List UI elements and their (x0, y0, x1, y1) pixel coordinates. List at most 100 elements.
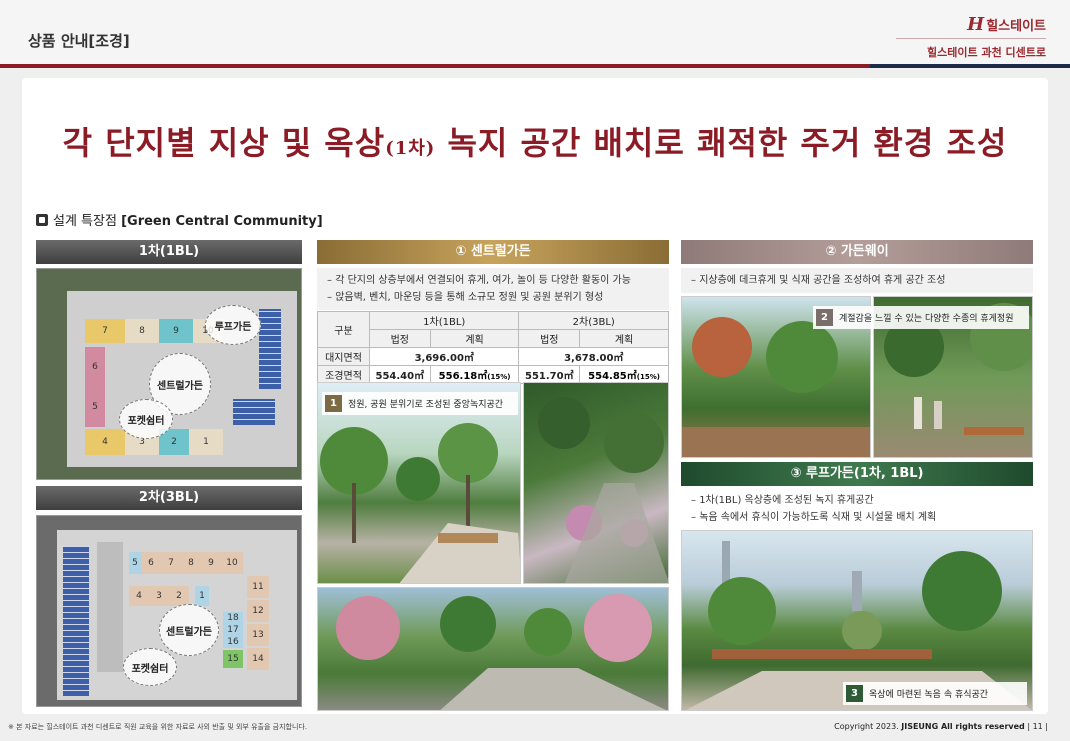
table-cell: 3,678.00㎡ (518, 347, 669, 366)
building-11: 11 (247, 576, 269, 598)
building-4: 4 (85, 429, 125, 455)
feature-heading: 설계 특장점 [Green Central Community] (36, 210, 323, 229)
table-header: 1차(1BL) (368, 311, 520, 330)
bullet-item: 지상층에 데크휴게 및 식재 공간을 조성하여 휴게 공간 조성 (691, 272, 1033, 289)
caption-1: 1 정원, 공원 분위기로 조성된 중앙녹지공간 (322, 392, 518, 415)
pocket-shelter-marker: 포켓쉼터 (123, 648, 177, 686)
building-17: 17 (223, 624, 243, 636)
table-cell: 556.18㎡(15%) (429, 365, 520, 384)
footer-disclaimer: ※ 본 자료는 힐스테이트 과천 디센트로 직원 교육을 위한 자료로 사외 반… (8, 723, 308, 731)
pocket-shelter-marker: 포켓쉼터 (119, 399, 173, 439)
park-photo (317, 587, 669, 711)
bullet-item: 1차(1BL) 옥상층에 조성된 녹지 휴게공간 (691, 492, 1033, 509)
central-garden-title-bar: ① 센트럴가든 (317, 240, 669, 264)
building-9: 9 (159, 319, 193, 343)
solar-panel (233, 399, 275, 425)
table-subheader: 계획 (579, 329, 669, 348)
garden-way-bullets: 지상층에 데크휴게 및 식재 공간을 조성하여 휴게 공간 조성 (681, 268, 1033, 293)
building-16: 16 (223, 636, 243, 648)
brand-logo: H 힐스테이트 (967, 14, 1046, 35)
brand-name: 힐스테이트 (986, 19, 1046, 34)
building-block (97, 542, 123, 672)
table-subheader: 법정 (518, 329, 581, 348)
table-row-label: 대지면적 (317, 347, 370, 366)
building-12: 12 (247, 600, 269, 622)
building-2: 2 (169, 586, 189, 606)
building-14: 14 (247, 648, 269, 670)
caption-3: 3 옥상에 마련된 녹음 속 휴식공간 (843, 682, 1027, 705)
table-header: 구분 (317, 311, 370, 348)
header-accent-bar-navy (870, 64, 1070, 68)
building-1: 1 (195, 586, 209, 606)
building-3: 3 (149, 586, 169, 606)
bullet-item: 녹음 속에서 휴식이 가능하도록 식재 및 시설물 배치 계획 (691, 509, 1033, 526)
brand-mark-icon: H (967, 14, 985, 35)
feature-title: [Green Central Community] (121, 214, 323, 229)
building-7: 7 (161, 552, 181, 574)
building-1: 1 (189, 429, 223, 455)
caption-text: 옥상에 마련된 녹음 속 휴식공간 (869, 690, 989, 700)
header: 상품 안내[조경] H 힐스테이트 힐스테이트 과천 디센트로 (0, 0, 1070, 66)
building-18: 18 (223, 612, 243, 624)
map2-title-bar: 2차(3BL) (36, 486, 302, 510)
roof-garden-bullets: 1차(1BL) 옥상층에 조성된 녹지 휴게공간 녹음 속에서 휴식이 가능하도… (681, 490, 1033, 528)
building-10: 10 (221, 552, 243, 574)
table-row: 조경면적 554.40㎡ 556.18㎡(15%) 551.70㎡ 554.85… (317, 365, 669, 384)
landscape-area-table: 구분 1차(1BL) 2차(3BL) 법정 계획 법정 계획 대지면적 3,69… (317, 311, 669, 384)
solar-panel (63, 546, 89, 696)
table-cell: 551.70㎡ (518, 365, 581, 384)
garden-path-photo (523, 382, 669, 584)
roof-garden-marker: 루프가든 (205, 305, 261, 345)
page-number: | 11 | (1024, 722, 1048, 731)
building-6: 6 (141, 552, 161, 574)
building-4: 4 (129, 586, 149, 606)
bullet-item: 각 단지의 상층부에서 연결되어 휴게, 여가, 놀이 등 다양한 활동이 가능 (327, 272, 669, 289)
plan-percent: (15%) (636, 373, 660, 381)
building-8: 8 (125, 319, 159, 343)
table-header: 2차(3BL) (518, 311, 669, 330)
map1-title-bar: 1차(1BL) (36, 240, 302, 264)
table-subheader: 계획 (429, 329, 520, 348)
building-15: 15 (223, 650, 243, 668)
table-cell: 554.85㎡(15%) (579, 365, 669, 384)
headline-part2: 녹지 공간 배치로 쾌적한 주거 환경 조성 (435, 124, 1008, 162)
caption-2: 2 계절감을 느낄 수 있는 다양한 수종의 휴게정원 (813, 306, 1029, 329)
table-row-label: 조경면적 (317, 365, 370, 384)
building-9: 9 (201, 552, 221, 574)
square-bullet-icon (36, 214, 48, 226)
copyright-owner: JISEUNG All rights reserved (901, 722, 1025, 731)
headline: 각 단지별 지상 및 옥상(1차) 녹지 공간 배치로 쾌적한 주거 환경 조성 (22, 118, 1048, 164)
flower-illustration (538, 397, 668, 583)
bullet-item: 앉음벽, 벤치, 마운딩 등을 통해 소규모 정원 및 공원 분위기 형성 (327, 289, 669, 306)
central-garden-marker: 센트럴가든 (159, 604, 219, 656)
caption-number: 2 (816, 309, 833, 326)
caption-text: 정원, 공원 분위기로 조성된 중앙녹지공간 (348, 400, 504, 410)
feature-label: 설계 특장점 (53, 214, 122, 229)
brand-subtitle: 힐스테이트 과천 디센트로 (927, 46, 1046, 59)
building-6: 6 (85, 347, 105, 387)
page-title: 상품 안내[조경] (28, 32, 130, 50)
plan-percent: (15%) (487, 373, 511, 381)
solar-panel (259, 309, 281, 389)
building-5: 5 (85, 387, 105, 427)
plan-value: 556.18㎡ (438, 371, 488, 382)
caption-number: 1 (325, 395, 342, 412)
page: 상품 안내[조경] H 힐스테이트 힐스테이트 과천 디센트로 각 단지별 지상 … (0, 0, 1070, 741)
building-13: 13 (247, 624, 269, 646)
table-row: 대지면적 3,696.00㎡ 3,678.00㎡ (317, 347, 669, 366)
building-7: 7 (85, 319, 125, 343)
site-map-1bl: 7 8 9 10 6 5 4 3 2 1 센트럴가든 루프가든 포켓쉼터 (36, 268, 302, 480)
garden-way-title-bar: ② 가든웨이 (681, 240, 1033, 264)
table-cell: 3,696.00㎡ (368, 347, 520, 366)
roof-garden-title-bar: ③ 루프가든(1차, 1BL) (681, 462, 1033, 486)
caption-number: 3 (846, 685, 863, 702)
footer-copyright: Copyright 2023. JISEUNG All rights reser… (834, 722, 1048, 731)
table-subheader: 법정 (369, 329, 431, 348)
site-map-3bl: 5 6 7 8 9 10 4 3 2 1 11 12 13 14 18 17 1… (36, 515, 302, 707)
park-illustration (336, 594, 666, 710)
building-8: 8 (181, 552, 201, 574)
headline-small: (1차) (385, 138, 436, 159)
table-cell: 554.40㎡ (369, 365, 431, 384)
caption-text: 계절감을 느낄 수 있는 다양한 수종의 휴게정원 (839, 314, 1014, 324)
copyright-prefix: Copyright 2023. (834, 722, 902, 731)
